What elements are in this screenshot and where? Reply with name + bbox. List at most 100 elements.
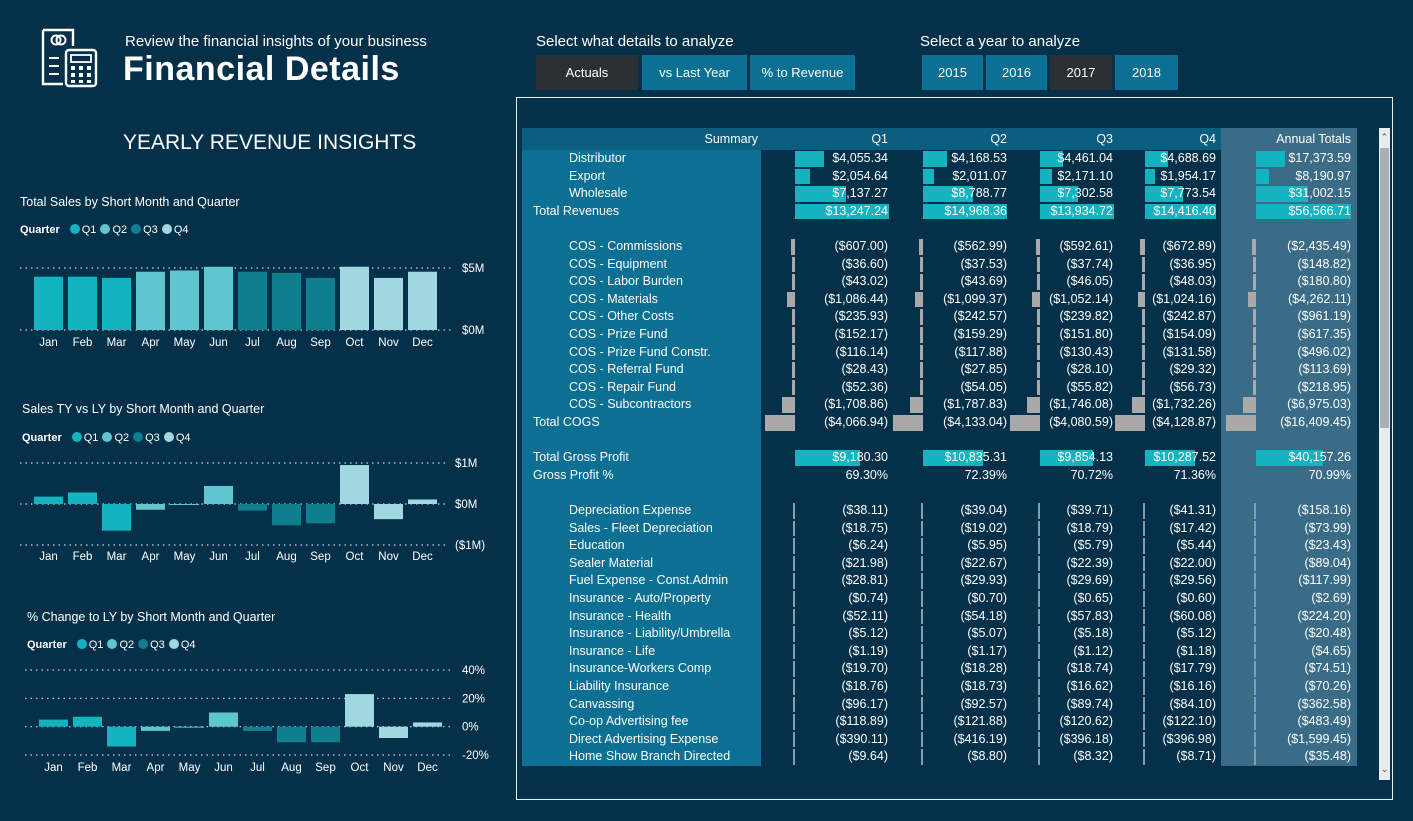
row-label[interactable]: Co-op Advertising fee	[569, 713, 689, 731]
bar-jun[interactable]	[204, 485, 233, 504]
legend-label: Q1	[81, 224, 97, 236]
year-2018-button[interactable]: 2018	[1115, 55, 1178, 90]
bar-nov[interactable]	[374, 504, 403, 520]
x-tick-label: Dec	[417, 762, 438, 774]
chart-title-pct-change: % Change to LY by Short Month and Quarte…	[27, 610, 276, 624]
bar-feb[interactable]	[73, 716, 102, 727]
table-scrollbar-thumb[interactable]	[1380, 148, 1389, 428]
row-label[interactable]: Gross Profit %	[533, 467, 614, 485]
row-label[interactable]: COS - Commissions	[569, 238, 682, 256]
legend-title: Quarter	[27, 639, 67, 651]
details-percent-to-revenue-button[interactable]: % to Revenue	[750, 55, 855, 90]
bar-may[interactable]	[170, 504, 199, 505]
details-vs-last-year-button[interactable]: vs Last Year	[642, 55, 747, 90]
bar-dec[interactable]	[413, 722, 442, 727]
scroll-down-icon[interactable]: ⌄	[1379, 764, 1390, 775]
row-label[interactable]: Canvassing	[569, 696, 634, 714]
bar-aug[interactable]	[272, 504, 301, 526]
bar-dec[interactable]	[408, 499, 437, 504]
column-header-q4[interactable]: Q4	[1118, 130, 1216, 148]
bar-jul[interactable]	[238, 504, 267, 511]
y-tick-label: $1M	[455, 458, 477, 470]
table-cell: 71.36%	[1173, 467, 1216, 482]
bar-jan[interactable]	[34, 276, 63, 330]
row-label[interactable]: Total COGS	[533, 414, 600, 432]
bar-apr[interactable]	[136, 504, 165, 510]
table-cell: $56,566.71	[1288, 203, 1351, 218]
bar-sep[interactable]	[311, 726, 340, 743]
row-label[interactable]: COS - Equipment	[569, 256, 667, 274]
row-label[interactable]: Distributor	[569, 150, 626, 168]
bar-jan[interactable]	[34, 496, 63, 504]
column-header-q3[interactable]: Q3	[1015, 130, 1113, 148]
row-label[interactable]: Insurance - Auto/Property	[569, 590, 711, 608]
row-label[interactable]: Total Gross Profit	[533, 449, 629, 467]
row-label[interactable]: COS - Repair Fund	[569, 379, 676, 397]
x-tick-label: Jan	[39, 337, 58, 349]
bar-dec[interactable]	[408, 271, 437, 330]
bar-feb[interactable]	[68, 276, 97, 330]
row-label[interactable]: Liability Insurance	[569, 678, 669, 696]
row-label[interactable]: Sealer Material	[569, 555, 653, 573]
bar-sep[interactable]	[306, 277, 335, 330]
table-cell: ($4,128.87)	[1152, 415, 1216, 429]
x-tick-label: Feb	[78, 762, 98, 774]
bar-nov[interactable]	[374, 277, 403, 330]
x-tick-label: Oct	[346, 337, 365, 349]
bar-aug[interactable]	[272, 272, 301, 330]
bar-nov[interactable]	[379, 726, 408, 738]
row-label[interactable]: COS - Subcontractors	[569, 396, 691, 414]
row-label[interactable]: Direct Advertising Expense	[569, 731, 718, 749]
row-label[interactable]: Insurance-Workers Comp	[569, 660, 711, 678]
year-2015-button[interactable]: 2015	[922, 55, 983, 90]
column-header-annual-totals[interactable]: Annual Totals	[1221, 130, 1351, 148]
row-label[interactable]: Home Show Branch Directed	[569, 748, 730, 766]
bar-feb[interactable]	[68, 492, 97, 504]
row-label[interactable]: Depreciation Expense	[569, 502, 691, 520]
table-cell: ($496.02)	[1297, 344, 1351, 359]
row-label[interactable]: Export	[569, 168, 605, 186]
table-cell: ($154.09)	[1162, 327, 1216, 341]
bar-may[interactable]	[170, 270, 199, 330]
row-label[interactable]: Insurance - Life	[569, 643, 655, 661]
bar-apr[interactable]	[141, 726, 170, 731]
bar-apr[interactable]	[136, 271, 165, 330]
bar-jul[interactable]	[238, 271, 267, 330]
row-label[interactable]: COS - Referral Fund	[569, 361, 684, 379]
bar-sep[interactable]	[306, 504, 335, 524]
column-header-q2[interactable]: Q2	[868, 130, 1007, 148]
bar-jun[interactable]	[204, 266, 233, 330]
bar-mar[interactable]	[102, 277, 131, 330]
details-actuals-button[interactable]: Actuals	[536, 55, 638, 90]
row-label[interactable]: COS - Labor Burden	[569, 273, 683, 291]
row-label[interactable]: COS - Prize Fund Constr.	[569, 344, 711, 362]
row-label[interactable]: Total Revenues	[533, 203, 619, 221]
bar-jan[interactable]	[39, 719, 68, 727]
row-label[interactable]: Education	[569, 537, 625, 555]
bar-oct[interactable]	[340, 266, 369, 330]
column-header-summary[interactable]: Summary	[522, 130, 758, 148]
calculator-document-icon	[41, 28, 98, 88]
row-label[interactable]: COS - Prize Fund	[569, 326, 668, 344]
bar-oct[interactable]	[340, 465, 369, 504]
legend-label: Q4	[173, 224, 189, 236]
row-label[interactable]: Fuel Expense - Const.Admin	[569, 572, 728, 590]
row-label[interactable]: Insurance - Liability/Umbrella	[569, 625, 730, 643]
bar-oct[interactable]	[345, 694, 374, 727]
bar-jul[interactable]	[243, 726, 272, 731]
bar-mar[interactable]	[102, 504, 131, 531]
table-cell: ($48.03)	[1169, 274, 1216, 289]
bar-aug[interactable]	[277, 726, 306, 743]
row-label[interactable]: Sales - Fleet Depreciation	[569, 520, 713, 538]
year-2017-button[interactable]: 2017	[1050, 55, 1112, 90]
row-label[interactable]: Wholesale	[569, 185, 627, 203]
x-tick-label: Jul	[245, 337, 260, 349]
year-2016-button[interactable]: 2016	[986, 55, 1047, 90]
bar-mar[interactable]	[107, 726, 136, 747]
bar-jun[interactable]	[209, 712, 238, 727]
row-label[interactable]: COS - Materials	[569, 291, 658, 309]
bar-may[interactable]	[175, 726, 204, 728]
scroll-up-icon[interactable]: ⌃	[1379, 132, 1390, 143]
row-label[interactable]: COS - Other Costs	[569, 308, 674, 326]
row-label[interactable]: Insurance - Health	[569, 608, 671, 626]
